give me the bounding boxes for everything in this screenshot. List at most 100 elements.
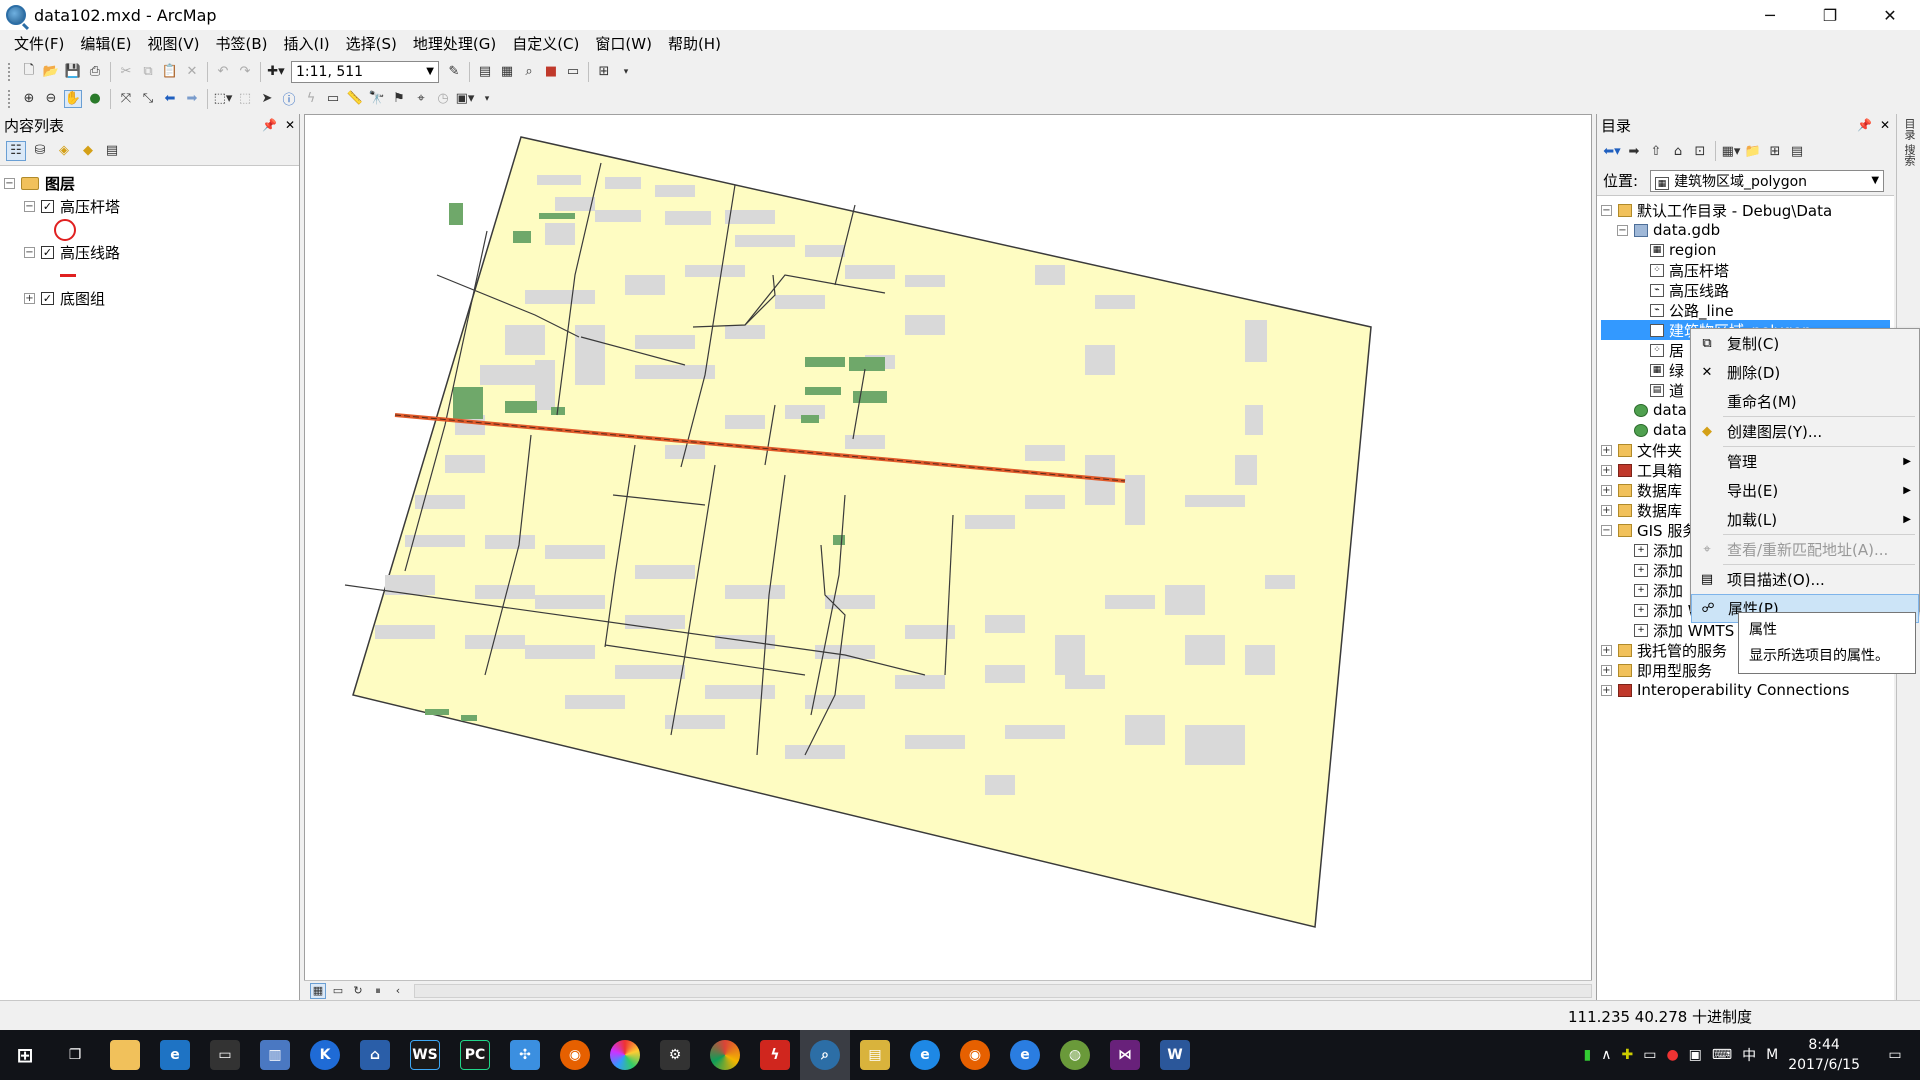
context-menu-item[interactable]: ⧉ 复制(C)	[1691, 329, 1919, 358]
menu-insert[interactable]: 插入(I)	[276, 33, 338, 54]
collapse-icon[interactable]: −	[24, 201, 35, 212]
menu-file[interactable]: 文件(F)	[6, 33, 72, 54]
menu-customize[interactable]: 自定义(C)	[504, 33, 587, 54]
collapse-icon[interactable]: −	[1601, 204, 1612, 216]
menu-geoprocessing[interactable]: 地理处理(G)	[405, 33, 504, 54]
location-combobox[interactable]: ▦ 建筑物区域_polygon ▼	[1650, 169, 1885, 192]
select-elements-icon[interactable]: ➤	[258, 90, 276, 108]
pin-icon[interactable]: 📌	[1857, 118, 1872, 132]
context-menu-item[interactable]: ◆ 创建图层(Y)...	[1691, 417, 1919, 446]
keyboard-icon[interactable]: ⌨	[1712, 1047, 1732, 1063]
taskbar-app[interactable]: ▤	[850, 1030, 900, 1080]
task-view-button[interactable]: ❐	[50, 1030, 100, 1080]
up-one-level-icon[interactable]: ⇧	[1647, 142, 1665, 160]
connect-folder-icon[interactable]: ⊡	[1691, 142, 1709, 160]
taskbar-app[interactable]: W	[1150, 1030, 1200, 1080]
back-icon[interactable]: ⬅▾	[1603, 142, 1621, 160]
map-canvas[interactable]	[305, 115, 1592, 981]
expand-icon[interactable]: +	[1601, 504, 1612, 516]
list-by-drawing-order-icon[interactable]: ☷	[6, 140, 26, 161]
layer-visibility-checkbox[interactable]: ✓	[41, 200, 54, 213]
table-of-contents-icon[interactable]: ▤	[476, 63, 494, 81]
layers-root[interactable]: − 图层	[4, 172, 295, 195]
taskbar-app[interactable]: ϟ	[750, 1030, 800, 1080]
measure-icon[interactable]: 📏	[346, 90, 364, 108]
menu-help[interactable]: 帮助(H)	[660, 33, 729, 54]
collapse-icon[interactable]: −	[24, 247, 35, 258]
catalog-item[interactable]: − 默认工作目录 - Debug\Data	[1601, 200, 1890, 220]
context-menu-item[interactable]: 重命名(M)	[1691, 387, 1919, 416]
search-dock-tab[interactable]: 搜索	[1899, 144, 1917, 166]
find-route-icon[interactable]: ⚑	[390, 90, 408, 108]
redo-icon[interactable]: ↷	[236, 63, 254, 81]
layer-visibility-checkbox[interactable]: ✓	[41, 292, 54, 305]
taskbar-app[interactable]	[100, 1030, 150, 1080]
ime-indicator[interactable]: 中	[1742, 1045, 1756, 1065]
pin-icon[interactable]: 📌	[262, 118, 277, 132]
add-data-icon[interactable]: ✚▾	[267, 63, 285, 81]
collapse-icon[interactable]: −	[4, 178, 15, 189]
new-folder-icon[interactable]: 📁	[1744, 142, 1762, 160]
toolbar-grip[interactable]	[8, 62, 14, 81]
pan-icon[interactable]: ✋	[64, 89, 82, 108]
menu-view[interactable]: 视图(V)	[140, 33, 208, 54]
menu-selection[interactable]: 选择(S)	[338, 33, 405, 54]
toc-options-icon[interactable]: ▤	[102, 141, 122, 161]
open-icon[interactable]: 📂	[42, 63, 60, 81]
show-hidden-icons[interactable]: ∧	[1601, 1047, 1611, 1063]
xy-icon[interactable]: ⌖	[412, 90, 430, 108]
find-icon[interactable]: 🔭	[368, 90, 386, 108]
list-by-source-icon[interactable]: ⛁	[30, 141, 50, 161]
editor-toolbar-icon[interactable]: ✎	[445, 63, 463, 81]
search-window-icon[interactable]: ⌕	[520, 63, 538, 81]
restore-button[interactable]: ❐	[1800, 0, 1860, 30]
html-popup-icon[interactable]: ▭	[324, 90, 342, 108]
new-document-icon[interactable]: 🗋	[20, 63, 38, 81]
minimize-button[interactable]: ─	[1740, 0, 1800, 30]
collapse-icon[interactable]: −	[1601, 524, 1612, 536]
start-button[interactable]: ⊞	[0, 1030, 50, 1080]
time-slider-icon[interactable]: ◷	[434, 90, 452, 108]
menu-edit[interactable]: 编辑(E)	[72, 33, 139, 54]
catalog-item[interactable]: ▦ region	[1601, 240, 1890, 260]
taskbar-app[interactable]: PC	[450, 1030, 500, 1080]
pause-drawing-icon[interactable]: ⏸	[370, 983, 386, 999]
battery-status-icon[interactable]: ▭	[1643, 1047, 1656, 1063]
expand-icon[interactable]: +	[1601, 684, 1612, 696]
undo-icon[interactable]: ↶	[214, 63, 232, 81]
fixed-zoom-in-icon[interactable]: ⤧	[117, 90, 135, 108]
taskbar-app[interactable]: ◍	[1050, 1030, 1100, 1080]
catalog-item[interactable]: ⌁ 高压线路	[1601, 280, 1890, 300]
taskbar-app[interactable]	[600, 1030, 650, 1080]
battery-icon[interactable]: ▮	[1584, 1047, 1592, 1063]
taskbar-app[interactable]: ✣	[500, 1030, 550, 1080]
list-by-selection-icon[interactable]: ◆	[78, 141, 98, 161]
expand-icon[interactable]: +	[1601, 464, 1612, 476]
taskbar-app[interactable]: ▥	[250, 1030, 300, 1080]
catalog-item[interactable]: ⁘ 高压杆塔	[1601, 260, 1890, 280]
delete-icon[interactable]: ✕	[183, 63, 201, 81]
scroll-left-icon[interactable]: ‹	[390, 983, 406, 999]
arctoolbox-icon[interactable]: ■	[542, 63, 560, 81]
layout-view-icon[interactable]: ▭	[330, 983, 346, 999]
catalog-dock-tab[interactable]: 目录	[1899, 118, 1917, 140]
clear-selection-icon[interactable]: ⬚	[236, 90, 254, 108]
taskbar-app[interactable]: ◉	[550, 1030, 600, 1080]
taskbar-app[interactable]: e	[900, 1030, 950, 1080]
close-icon[interactable]: ✕	[285, 118, 295, 132]
paste-icon[interactable]: 📋	[161, 63, 179, 81]
zoom-out-icon[interactable]: ⊖	[42, 90, 60, 108]
menu-windows[interactable]: 窗口(W)	[587, 33, 660, 54]
python-window-icon[interactable]: ▭	[564, 63, 582, 81]
cut-icon[interactable]: ✂	[117, 63, 135, 81]
expand-icon[interactable]: +	[24, 293, 35, 304]
collapse-icon[interactable]: −	[1617, 224, 1628, 236]
tray-app-icon[interactable]: ●	[1666, 1047, 1678, 1063]
expand-icon[interactable]: +	[1601, 664, 1612, 676]
catalog-item[interactable]: ⌁ 公路_line	[1601, 300, 1890, 320]
network-icon[interactable]: ▣	[1689, 1047, 1702, 1063]
map-display[interactable]	[304, 114, 1592, 1000]
zoom-in-icon[interactable]: ⊕	[20, 90, 38, 108]
print-icon[interactable]: ⎙	[86, 63, 104, 81]
context-menu-item[interactable]: 导出(E) ▶	[1691, 476, 1919, 505]
